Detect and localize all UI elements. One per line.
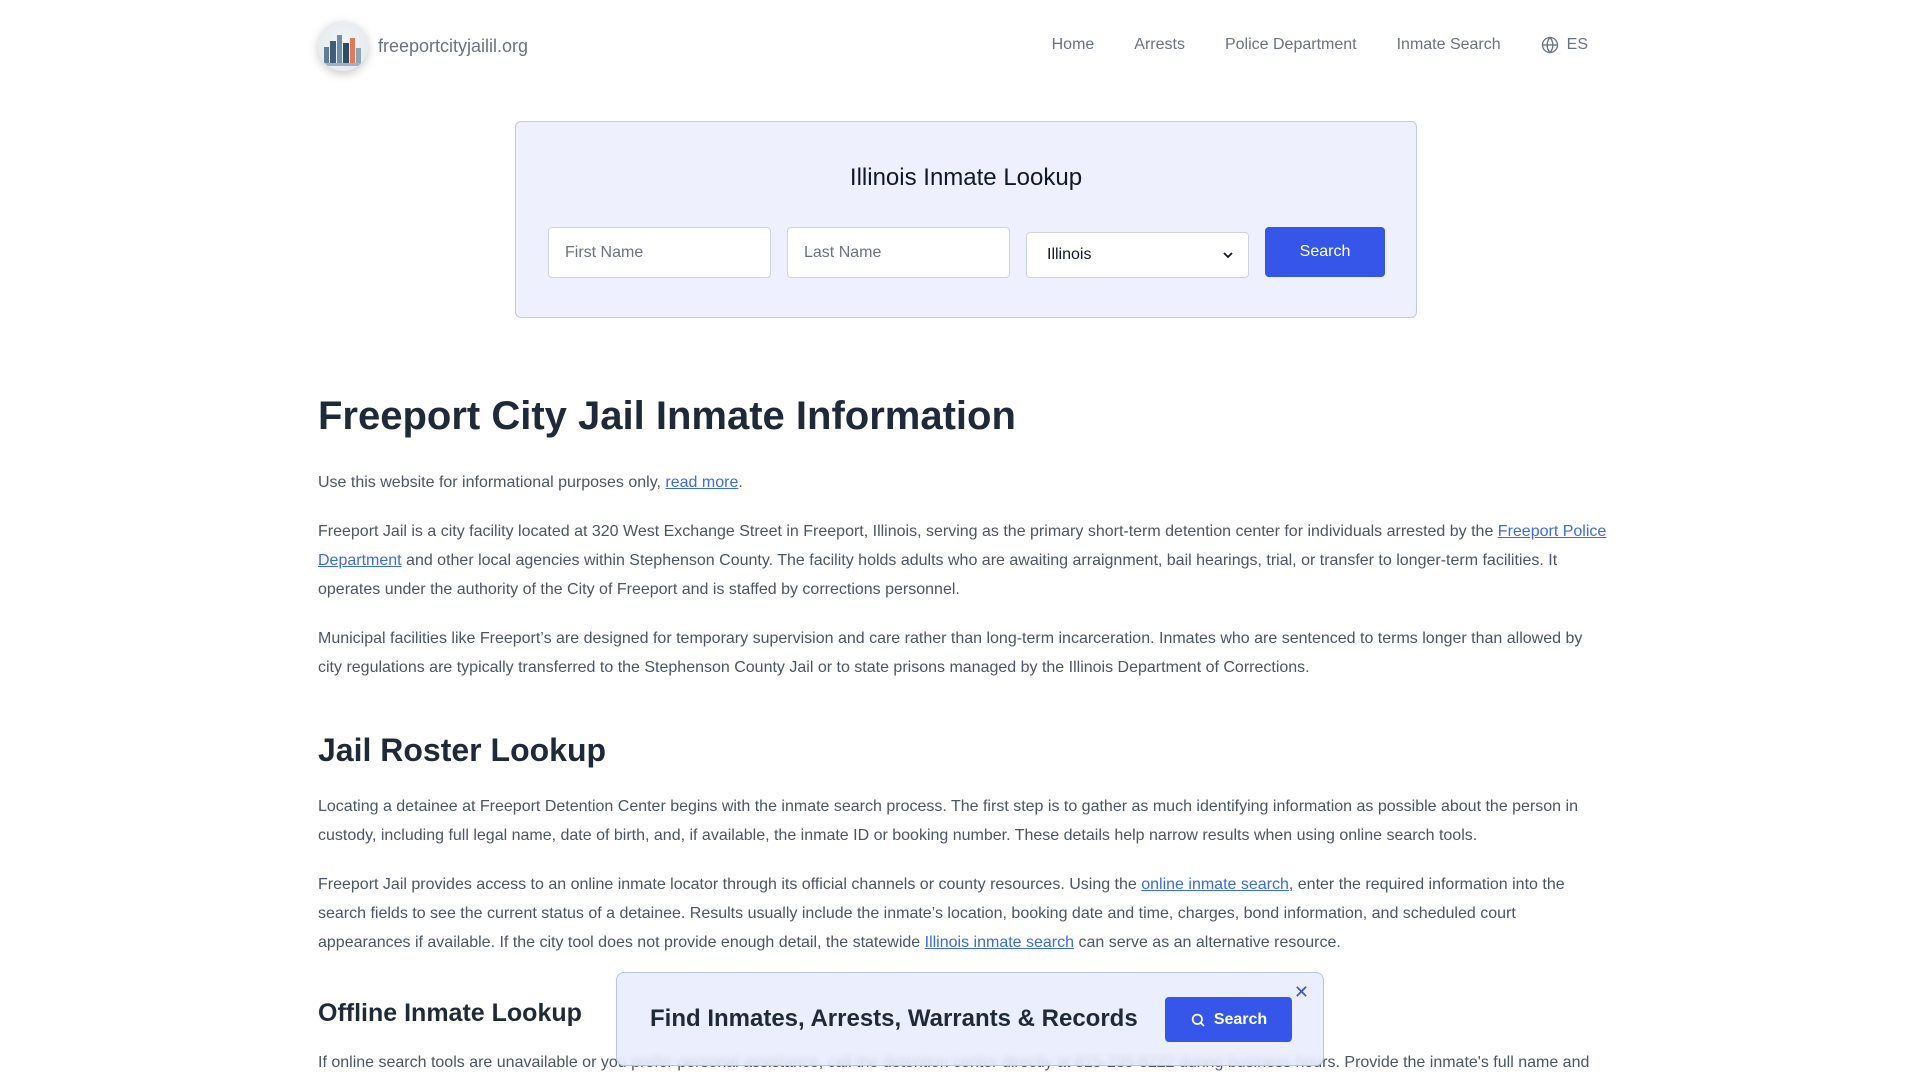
last-name-input[interactable] bbox=[787, 227, 1010, 278]
paragraph-roster: Locating a detainee at Freeport Detentio… bbox=[318, 798, 1578, 844]
main-nav: Home Arrests Police Department Inmate Se… bbox=[1052, 36, 1588, 54]
p4-after: can serve as an alternative resource. bbox=[1074, 934, 1341, 951]
site-name[interactable]: freeportcityjailil.org bbox=[378, 36, 528, 57]
nav-arrests[interactable]: Arrests bbox=[1134, 36, 1185, 54]
chevron-down-icon bbox=[1223, 252, 1233, 259]
lookup-search-button[interactable]: Search bbox=[1265, 227, 1385, 277]
state-select-value: Illinois bbox=[1047, 246, 1092, 263]
online-inmate-search-link[interactable]: online inmate search bbox=[1141, 876, 1289, 893]
nav-inmate-search[interactable]: Inmate Search bbox=[1397, 36, 1501, 54]
lookup-form: Illinois Search bbox=[548, 227, 1385, 278]
intro-text: Use this website for informational purpo… bbox=[318, 474, 666, 491]
intro-paragraph: Use this website for informational purpo… bbox=[318, 468, 1610, 497]
nav-police-department[interactable]: Police Department bbox=[1225, 36, 1357, 54]
globe-icon bbox=[1541, 36, 1558, 54]
city-logo-icon[interactable] bbox=[318, 21, 368, 71]
section-title-roster: Jail Roster Lookup bbox=[318, 732, 607, 768]
promo-search-button[interactable]: Search bbox=[1165, 997, 1292, 1042]
p4-before: Freeport Jail provides access to an onli… bbox=[318, 876, 1142, 893]
intro-after: . bbox=[738, 474, 743, 491]
page-container: freeportcityjailil.org Home Arrests Poli… bbox=[318, 0, 1610, 1080]
language-switch[interactable]: ES bbox=[1541, 36, 1588, 54]
illinois-inmate-search-link[interactable]: Illinois inmate search bbox=[925, 934, 1074, 951]
paragraph-facility: Freeport Jail is a city facility located… bbox=[318, 517, 1610, 604]
inmate-lookup-card: Illinois Inmate Lookup Illinois Search bbox=[515, 121, 1417, 318]
search-icon bbox=[1191, 1013, 1205, 1027]
p1-after: and other local agencies within Stephens… bbox=[318, 552, 1558, 598]
sticky-promo-banner: Find Inmates, Arrests, Warrants & Record… bbox=[616, 972, 1324, 1066]
site-header: freeportcityjailil.org Home Arrests Poli… bbox=[318, 0, 1610, 90]
close-icon[interactable]: ✕ bbox=[1294, 983, 1309, 1001]
language-label: ES bbox=[1566, 36, 1588, 53]
read-more-link[interactable]: read more bbox=[665, 474, 738, 491]
lookup-title: Illinois Inmate Lookup bbox=[849, 164, 1083, 191]
page-title: Freeport City Jail Inmate Information bbox=[318, 394, 1016, 438]
p1-before: Freeport Jail is a city facility located… bbox=[318, 523, 1498, 540]
state-select[interactable]: Illinois bbox=[1026, 232, 1249, 278]
nav-home[interactable]: Home bbox=[1052, 36, 1095, 54]
brand[interactable]: freeportcityjailil.org bbox=[318, 21, 528, 71]
promo-search-label: Search bbox=[1213, 1010, 1268, 1028]
first-name-input[interactable] bbox=[548, 227, 771, 278]
paragraph-online-search: Freeport Jail provides access to an onli… bbox=[318, 870, 1610, 957]
paragraph-municipal: Municipal facilities like Freeport’s are… bbox=[318, 630, 1583, 676]
promo-title: Find Inmates, Arrests, Warrants & Record… bbox=[650, 1005, 1138, 1032]
